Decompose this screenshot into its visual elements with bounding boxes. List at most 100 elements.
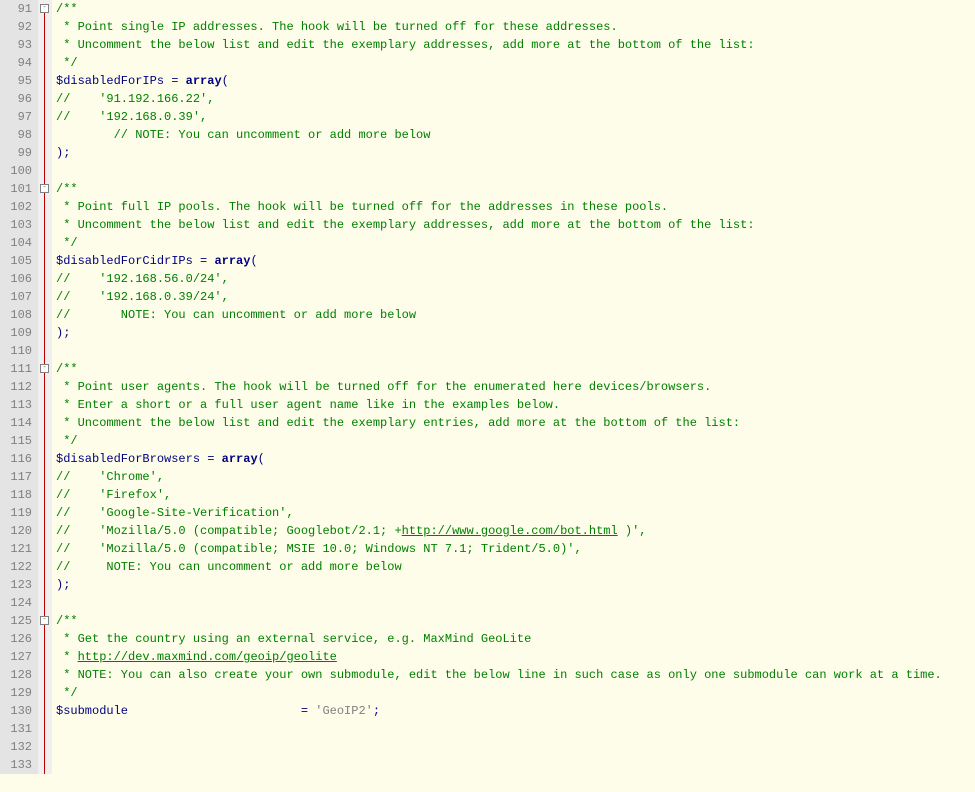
code-line[interactable]: // 'Chrome', <box>56 468 942 486</box>
line-number: 117 <box>0 468 32 486</box>
code-editor[interactable]: 9192939495969798991001011021031041051061… <box>0 0 975 774</box>
fold-column[interactable]: - - - - <box>38 0 52 774</box>
code-line[interactable]: ); <box>56 576 942 594</box>
token-comment: // '192.168.0.39', <box>56 110 207 124</box>
code-line[interactable] <box>56 720 942 738</box>
code-line[interactable]: */ <box>56 684 942 702</box>
token-comment: /** <box>56 362 78 376</box>
token-comment: // NOTE: You can uncomment or add more b… <box>56 560 402 574</box>
line-number: 99 <box>0 144 32 162</box>
line-number: 97 <box>0 108 32 126</box>
line-number: 112 <box>0 378 32 396</box>
code-line[interactable]: $disabledForIPs = array( <box>56 72 942 90</box>
code-line[interactable] <box>56 594 942 612</box>
line-number: 96 <box>0 90 32 108</box>
token-comment: // NOTE: You can uncomment or add more b… <box>56 308 416 322</box>
code-line[interactable]: * NOTE: You can also create your own sub… <box>56 666 942 684</box>
code-line[interactable]: * http://dev.maxmind.com/geoip/geolite <box>56 648 942 666</box>
code-line[interactable]: * Point single IP addresses. The hook wi… <box>56 18 942 36</box>
code-line[interactable]: // '192.168.0.39', <box>56 108 942 126</box>
token-var: $submodule <box>56 704 128 718</box>
line-number: 101 <box>0 180 32 198</box>
fold-vertical-bar <box>44 9 45 774</box>
code-line[interactable]: */ <box>56 54 942 72</box>
code-line[interactable]: // 'Mozilla/5.0 (compatible; MSIE 10.0; … <box>56 540 942 558</box>
token-comment: // 'Mozilla/5.0 (compatible; Googlebot/2… <box>56 524 402 538</box>
token-comment: )', <box>618 524 647 538</box>
token-comment: // 'Chrome', <box>56 470 164 484</box>
code-line[interactable]: $disabledForBrowsers = array( <box>56 450 942 468</box>
token-punct: ); <box>56 146 70 160</box>
token-comment: */ <box>56 236 78 250</box>
token-comment: * Point user agents. The hook will be tu… <box>56 380 711 394</box>
code-line[interactable]: // 'Google-Site-Verification', <box>56 504 942 522</box>
token-comment: /** <box>56 2 78 16</box>
code-line[interactable]: /** <box>56 180 942 198</box>
line-number: 92 <box>0 18 32 36</box>
fold-toggle-icon[interactable]: - <box>40 364 49 373</box>
token-comment: /** <box>56 182 78 196</box>
code-line[interactable]: * Point full IP pools. The hook will be … <box>56 198 942 216</box>
token-comment: // NOTE: You can uncomment or add more b… <box>56 128 430 142</box>
fold-toggle-icon[interactable]: - <box>40 184 49 193</box>
code-line[interactable]: // NOTE: You can uncomment or add more b… <box>56 126 942 144</box>
token-comment: */ <box>56 686 78 700</box>
code-line[interactable]: * Enter a short or a full user agent nam… <box>56 396 942 414</box>
code-line[interactable] <box>56 756 942 774</box>
code-line[interactable]: * Get the country using an external serv… <box>56 630 942 648</box>
fold-toggle-icon[interactable]: - <box>40 4 49 13</box>
code-line[interactable]: $submodule = 'GeoIP2'; <box>56 702 942 720</box>
line-number: 93 <box>0 36 32 54</box>
token-punct: ( <box>250 254 257 268</box>
line-number-gutter: 9192939495969798991001011021031041051061… <box>0 0 38 774</box>
line-number: 94 <box>0 54 32 72</box>
line-number: 110 <box>0 342 32 360</box>
code-line[interactable]: /** <box>56 360 942 378</box>
code-line[interactable]: ); <box>56 144 942 162</box>
line-number: 91 <box>0 0 32 18</box>
fold-toggle-icon[interactable]: - <box>40 616 49 625</box>
token-comment: // 'Mozilla/5.0 (compatible; MSIE 10.0; … <box>56 542 582 556</box>
line-number: 130 <box>0 702 32 720</box>
code-line[interactable]: /** <box>56 0 942 18</box>
code-area[interactable]: /** * Point single IP addresses. The hoo… <box>52 0 942 774</box>
line-number: 107 <box>0 288 32 306</box>
code-line[interactable]: // '91.192.166.22', <box>56 90 942 108</box>
token-keyword: array <box>186 74 222 88</box>
code-line[interactable]: // 'Firefox', <box>56 486 942 504</box>
code-line[interactable]: $disabledForCidrIPs = array( <box>56 252 942 270</box>
code-line[interactable]: * Uncomment the below list and edit the … <box>56 414 942 432</box>
code-line[interactable]: // NOTE: You can uncomment or add more b… <box>56 306 942 324</box>
token-keyword: array <box>214 254 250 268</box>
code-line[interactable] <box>56 738 942 756</box>
token-comment: // '91.192.166.22', <box>56 92 214 106</box>
line-number: 106 <box>0 270 32 288</box>
code-line[interactable]: */ <box>56 432 942 450</box>
code-line[interactable] <box>56 162 942 180</box>
token-comment: * <box>56 650 78 664</box>
code-line[interactable]: /** <box>56 612 942 630</box>
code-line[interactable]: // NOTE: You can uncomment or add more b… <box>56 558 942 576</box>
token-url: http://dev.maxmind.com/geoip/geolite <box>78 650 337 664</box>
code-line[interactable] <box>56 342 942 360</box>
token-op <box>214 452 221 466</box>
code-line[interactable]: * Uncomment the below list and edit the … <box>56 36 942 54</box>
line-number: 100 <box>0 162 32 180</box>
line-number: 122 <box>0 558 32 576</box>
code-line[interactable]: // 'Mozilla/5.0 (compatible; Googlebot/2… <box>56 522 942 540</box>
code-line[interactable]: */ <box>56 234 942 252</box>
code-line[interactable]: * Uncomment the below list and edit the … <box>56 216 942 234</box>
line-number: 113 <box>0 396 32 414</box>
token-comment: // '192.168.56.0/24', <box>56 272 229 286</box>
line-number: 124 <box>0 594 32 612</box>
line-number: 109 <box>0 324 32 342</box>
code-line[interactable]: // '192.168.0.39/24', <box>56 288 942 306</box>
token-comment: * Uncomment the below list and edit the … <box>56 218 755 232</box>
token-url: http://www.google.com/bot.html <box>402 524 618 538</box>
code-line[interactable]: ); <box>56 324 942 342</box>
code-line[interactable]: * Point user agents. The hook will be tu… <box>56 378 942 396</box>
token-punct: = <box>301 704 308 718</box>
line-number: 119 <box>0 504 32 522</box>
token-punct: ( <box>258 452 265 466</box>
code-line[interactable]: // '192.168.56.0/24', <box>56 270 942 288</box>
